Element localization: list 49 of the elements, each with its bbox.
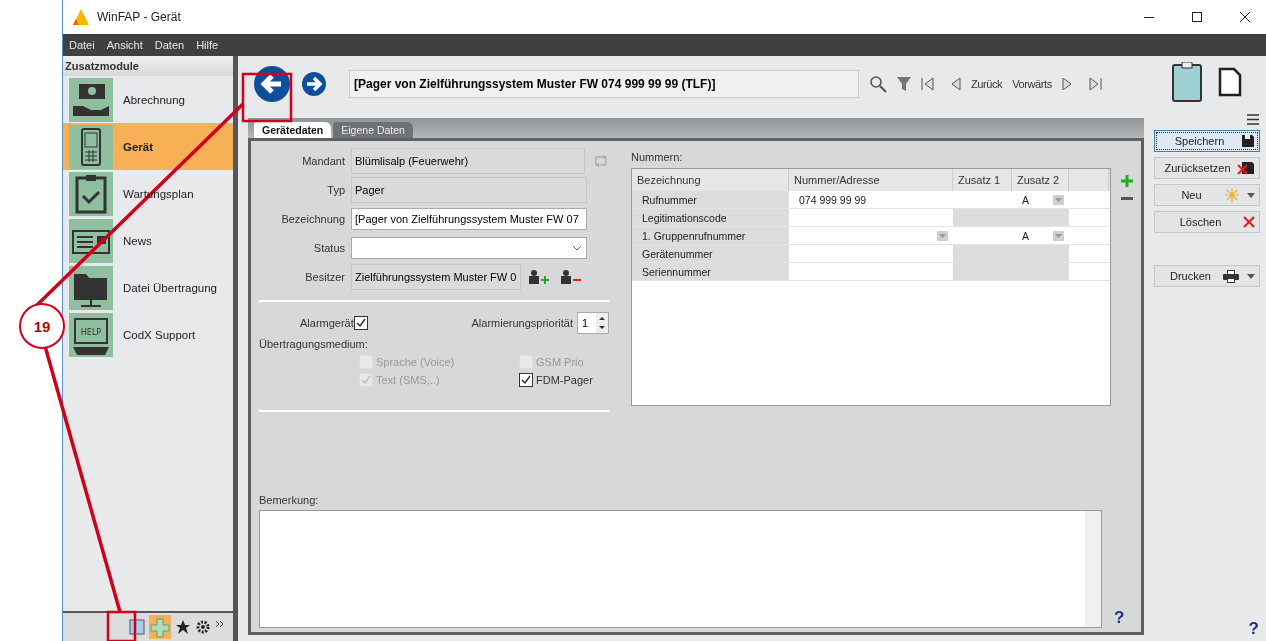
text-field[interactable]: Pager [351,177,587,203]
record-title: [Pager von Zielführungssystem Muster FW 074 999 99 99 (TLF)] [349,70,859,98]
medium-label: Text (SMS,..) [376,374,440,386]
field-label: Besitzer [304,271,345,283]
sidebar-item[interactable]: Datei Übertragung [63,264,233,311]
table-cell: Rufnummer [632,191,789,208]
medium-label: Sprache (Voice) [376,356,455,368]
table-cell: Legitimationscode [632,209,789,226]
field-label: Typ [326,184,345,196]
action-button[interactable]: Neu [1153,184,1260,206]
sidebar-item[interactable]: Abrechnung [63,76,233,123]
field-label: Bezeichnung [280,213,345,225]
text-field[interactable]: Blümlisalp (Feuerwehr) [351,148,586,174]
remark-label: Bemerkung: [259,494,320,506]
help-label: HELP [80,327,102,337]
medium-label: Übertragungsmedium: [259,338,369,350]
field-label: Status [312,242,345,254]
sidebar-item[interactable]: HELP CodX Support [63,311,233,358]
table-cell: 1. Gruppenrufnummer [632,227,789,244]
sidebar-title: Zusatzmodule [63,56,233,76]
medium-label: FDM-Pager [536,374,593,386]
window-title: WinFAP - Gerät [97,10,182,24]
owner-field[interactable]: Zielführungssystem Muster FW 0 [351,264,521,290]
menu-item[interactable]: Hilfe [196,39,219,51]
callout-number: 19 [19,303,65,349]
sidebar-item[interactable]: Gerät [63,123,233,170]
tab[interactable]: Eigene Daten [333,122,413,138]
text-field[interactable]: [Pager von Zielführungssystem Muster FW 07 [351,208,587,230]
tab[interactable]: Gerätedaten [254,122,332,138]
table-cell: Seriennummer [632,263,789,280]
forward-link[interactable]: Vorwärts [1012,78,1052,90]
numbers-title: Nummern: [631,151,684,163]
action-button[interactable]: Löschen [1153,211,1260,233]
menu-item[interactable]: Ansicht [106,39,143,51]
action-button[interactable]: Speichern [1153,130,1260,152]
action-button[interactable]: Zurücksetzen [1153,157,1260,179]
sidebar-item[interactable]: News [63,217,233,264]
menu-item[interactable]: Datei [69,39,95,51]
priority-spinner[interactable]: 1 [577,312,609,334]
table-cell: Gerätenummer [632,245,789,262]
help-icon[interactable]: ? [1114,608,1125,628]
help-icon[interactable]: ? [1248,619,1259,639]
back-link[interactable]: Zurück [971,78,1003,90]
action-button[interactable]: Drucken [1153,265,1260,287]
medium-label: GSM Prio [536,356,584,368]
menu-item[interactable]: Daten [154,39,185,51]
alarm-device-label: Alarmgerät [300,317,354,329]
priority-label: Alarmierungspriorität [471,317,573,329]
field-label: Mandant [301,155,345,167]
